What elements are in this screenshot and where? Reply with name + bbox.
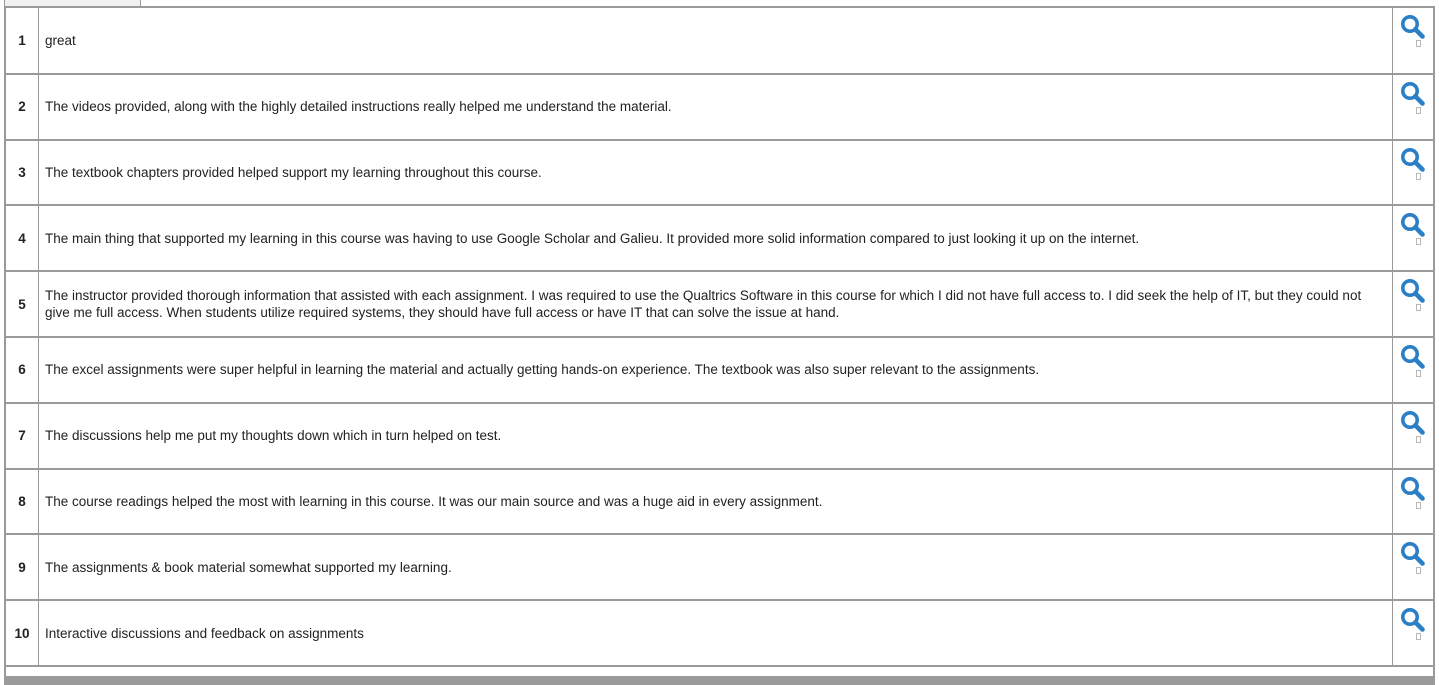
row-number: 1 xyxy=(6,8,39,75)
row-action-cell xyxy=(1392,73,1433,141)
row-action-cell xyxy=(1392,205,1433,273)
tiny-box-icon xyxy=(1416,567,1421,575)
responses-table: 1 great 2 The videos provided, along wit… xyxy=(6,8,1433,667)
tiny-box-icon xyxy=(1416,435,1421,443)
response-text: The instructor provided thorough informa… xyxy=(38,271,1393,338)
row-action-cell xyxy=(1392,8,1433,75)
tiny-box-icon xyxy=(1416,501,1421,509)
tiny-box-icon xyxy=(1416,304,1421,312)
row-number: 4 xyxy=(6,205,39,273)
row-action-cell xyxy=(1392,336,1433,404)
footer-scroll-bar[interactable] xyxy=(4,676,1435,685)
response-text: The assignments & book material somewhat… xyxy=(38,534,1393,602)
response-text: The course readings helped the most with… xyxy=(38,468,1393,536)
top-tab[interactable] xyxy=(4,0,141,8)
tiny-box-icon xyxy=(1416,172,1421,180)
magnifier-icon[interactable] xyxy=(1400,81,1428,114)
table-row: 1 great xyxy=(6,8,1433,75)
table-row: 6 The excel assignments were super helpf… xyxy=(6,336,1433,404)
magnifier-icon[interactable] xyxy=(1400,410,1428,443)
row-number: 7 xyxy=(6,402,39,470)
table-row: 3 The textbook chapters provided helped … xyxy=(6,139,1433,207)
tiny-box-icon xyxy=(1416,238,1421,246)
magnifier-icon[interactable] xyxy=(1400,212,1428,246)
table-row: 5 The instructor provided thorough infor… xyxy=(6,271,1433,338)
tiny-box-icon xyxy=(1416,106,1421,114)
table-row: 8 The course readings helped the most wi… xyxy=(6,468,1433,536)
magnifier-icon[interactable] xyxy=(1400,344,1428,377)
row-number: 9 xyxy=(6,534,39,602)
response-text: The videos provided, along with the high… xyxy=(38,73,1393,141)
row-number: 10 xyxy=(6,600,39,667)
response-text: The discussions help me put my thoughts … xyxy=(38,402,1393,470)
tiny-box-icon xyxy=(1416,40,1421,47)
row-action-cell xyxy=(1392,534,1433,602)
magnifier-icon[interactable] xyxy=(1400,14,1428,47)
row-action-cell xyxy=(1392,139,1433,207)
table-row: 2 The videos provided, along with the hi… xyxy=(6,73,1433,141)
row-action-cell xyxy=(1392,271,1433,338)
response-text: The excel assignments were super helpful… xyxy=(38,336,1393,404)
row-number: 6 xyxy=(6,336,39,404)
row-number: 8 xyxy=(6,468,39,536)
row-number: 5 xyxy=(6,271,39,338)
row-number: 2 xyxy=(6,73,39,141)
row-number: 3 xyxy=(6,139,39,207)
magnifier-icon[interactable] xyxy=(1400,541,1428,575)
row-action-cell xyxy=(1392,468,1433,536)
response-text: great xyxy=(38,8,1393,75)
tiny-box-icon xyxy=(1416,369,1421,377)
table-row: 9 The assignments & book material somewh… xyxy=(6,534,1433,602)
response-text: The textbook chapters provided helped su… xyxy=(38,139,1393,207)
responses-table-container: 1 great 2 The videos provided, along wit… xyxy=(4,8,1435,676)
magnifier-icon[interactable] xyxy=(1400,147,1428,180)
table-row: 7 The discussions help me put my thought… xyxy=(6,402,1433,470)
table-row: 10 Interactive discussions and feedback … xyxy=(6,600,1433,667)
table-row: 4 The main thing that supported my learn… xyxy=(6,205,1433,273)
magnifier-icon[interactable] xyxy=(1400,476,1428,509)
response-text: The main thing that supported my learnin… xyxy=(38,205,1393,273)
magnifier-icon[interactable] xyxy=(1400,278,1428,312)
row-action-cell xyxy=(1392,402,1433,470)
tiny-box-icon xyxy=(1416,633,1421,641)
response-text: Interactive discussions and feedback on … xyxy=(38,600,1393,667)
row-action-cell xyxy=(1392,600,1433,667)
responses-page: 1 great 2 The videos provided, along wit… xyxy=(0,0,1439,685)
magnifier-icon[interactable] xyxy=(1400,607,1428,641)
responses-table-body: 1 great 2 The videos provided, along wit… xyxy=(6,8,1433,667)
